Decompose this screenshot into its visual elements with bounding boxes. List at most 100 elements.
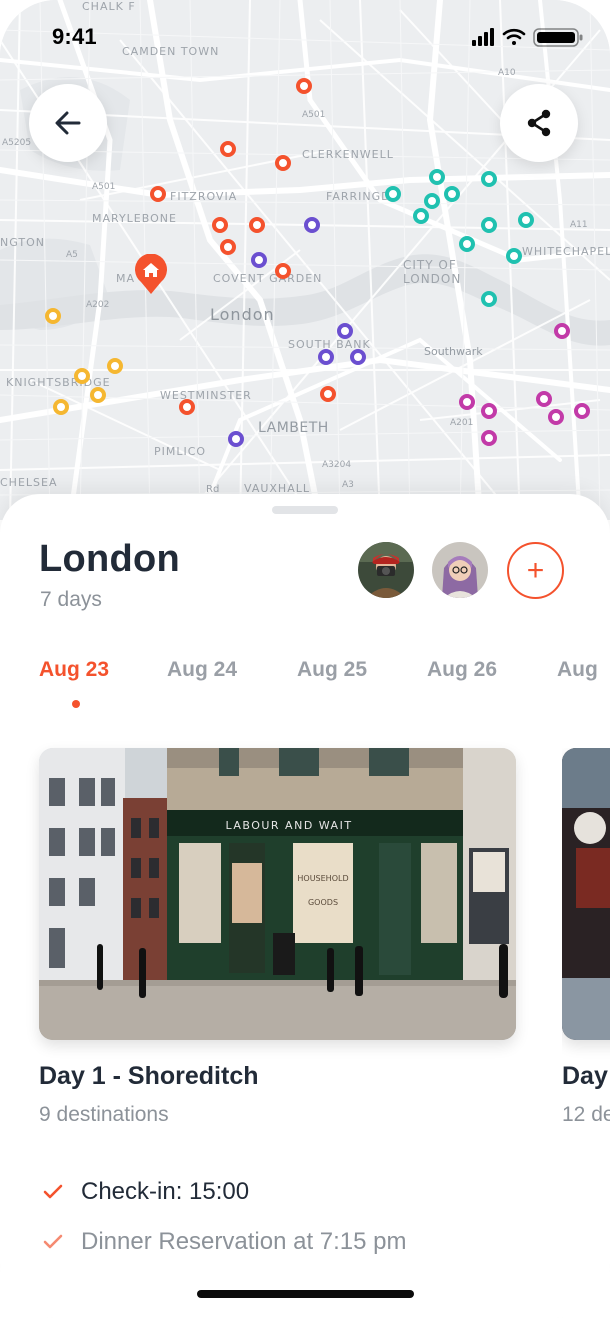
map-pin-yellow[interactable] (90, 387, 106, 403)
map-pin-orange[interactable] (212, 217, 228, 233)
sheet-grabber[interactable] (272, 506, 338, 514)
date-tab[interactable]: Aug 25 (297, 658, 367, 682)
map-label-a11: A11 (570, 220, 588, 230)
map-pin-teal[interactable] (444, 186, 460, 202)
map-pin-orange[interactable] (296, 78, 312, 94)
date-tab[interactable]: Aug 23 (39, 658, 109, 682)
list-item[interactable]: Dinner Reservation at 7:15 pm (39, 1217, 516, 1267)
map-label-a201: A201 (450, 418, 474, 428)
map-label-marylebone: MARYLEBONE (92, 212, 177, 225)
map-pin-purple[interactable] (350, 349, 366, 365)
status-time: 9:41 (52, 24, 97, 49)
map-label-a5205: A5205 (2, 138, 32, 148)
avatar-photo-2 (432, 542, 488, 598)
date-tab[interactable]: Aug 24 (167, 658, 237, 682)
wifi-icon (502, 28, 526, 45)
home-indicator[interactable] (197, 1290, 414, 1298)
map-pin-teal[interactable] (518, 212, 534, 228)
map-pin-teal[interactable] (481, 171, 497, 187)
map-pin-magenta[interactable] (554, 323, 570, 339)
day-card[interactable]: LABOUR AND WAIT HOUSEHOLD GOODS Day 1 - … (39, 748, 516, 1267)
map-pin-teal[interactable] (385, 186, 401, 202)
avatar[interactable] (358, 542, 414, 598)
arrow-left-icon (55, 111, 81, 135)
map-pin-orange[interactable] (275, 263, 291, 279)
map-label-city-london: LONDON (403, 272, 462, 286)
map-label-whitechapel: WHITECHAPEL (522, 245, 610, 258)
list-item[interactable]: Check-in: 15:00 (39, 1167, 516, 1217)
avatar-photo-1 (358, 542, 414, 598)
map-pin-teal[interactable] (481, 217, 497, 233)
back-button[interactable] (29, 84, 107, 162)
day-card[interactable]: Day 12 de (562, 748, 610, 1127)
day-card-items: Check-in: 15:00 Dinner Reservation at 7:… (39, 1167, 516, 1267)
map-pin-yellow[interactable] (107, 358, 123, 374)
map-label-lambeth: LAMBETH (258, 420, 329, 436)
item-label: Check-in: 15:00 (81, 1178, 250, 1205)
trip-sheet: London 7 days + Aug 23 Aug 24 Aug 25 Aug… (0, 494, 610, 1318)
avatar[interactable] (432, 542, 488, 598)
map-pin-orange[interactable] (249, 217, 265, 233)
map-pin-teal[interactable] (506, 248, 522, 264)
map-pin-yellow[interactable] (74, 368, 90, 384)
home-icon[interactable] (134, 254, 168, 294)
map-pin-orange[interactable] (220, 239, 236, 255)
map-pin-magenta[interactable] (459, 394, 475, 410)
map-pin-yellow[interactable] (45, 308, 61, 324)
map-pin-magenta[interactable] (481, 403, 497, 419)
day-card-photo[interactable] (562, 748, 610, 1040)
date-tab[interactable]: Aug 26 (427, 658, 497, 682)
map-label-a202: A202 (86, 300, 110, 310)
map-label-clerkenwell: CLERKENWELL (302, 148, 394, 161)
map-label-a10: A10 (498, 68, 516, 78)
map-pin-purple[interactable] (251, 252, 267, 268)
add-traveler-button[interactable]: + (507, 542, 564, 599)
map-pin-orange[interactable] (275, 155, 291, 171)
map-pin-magenta[interactable] (574, 403, 590, 419)
map-label-southwark: Southwark (424, 345, 483, 358)
date-tab[interactable]: Aug (557, 658, 598, 682)
map-pin-teal[interactable] (459, 236, 475, 252)
phone-screen: CHALK F CAMDEN TOWN CLERKENWELL FITZROVI… (0, 0, 610, 1318)
day-card-photo[interactable]: LABOUR AND WAIT HOUSEHOLD GOODS (39, 748, 516, 1040)
map-view[interactable]: CHALK F CAMDEN TOWN CLERKENWELL FITZROVI… (0, 0, 610, 520)
map-label-ngton: NGTON (0, 236, 45, 249)
window-text: GOODS (308, 898, 338, 907)
map-label-a5: A5 (66, 250, 78, 260)
map-pin-magenta[interactable] (481, 430, 497, 446)
check-icon (43, 1184, 63, 1199)
map-pin-teal[interactable] (429, 169, 445, 185)
map-pin-teal[interactable] (481, 291, 497, 307)
cellular-signal-icon (472, 28, 494, 46)
map-label-westminster: WESTMINSTER (160, 389, 252, 402)
map-pin-purple[interactable] (318, 349, 334, 365)
trip-title: London (39, 538, 181, 580)
map-pin-yellow[interactable] (53, 399, 69, 415)
map-label-pimlico: PIMLICO (154, 445, 207, 458)
share-button[interactable] (500, 84, 578, 162)
map-label-mayfair: MA (116, 272, 136, 285)
map-pin-orange[interactable] (220, 141, 236, 157)
map-label-a3: A3 (342, 480, 354, 490)
active-date-indicator (72, 700, 80, 708)
map-pin-orange[interactable] (320, 386, 336, 402)
shop-sign: LABOUR AND WAIT (225, 819, 352, 832)
map-pin-orange[interactable] (179, 399, 195, 415)
street-photo (562, 748, 610, 1040)
map-label-farringdon: FARRINGD (326, 190, 391, 203)
map-pin-teal[interactable] (413, 208, 429, 224)
map-pin-purple[interactable] (304, 217, 320, 233)
map-pin-orange[interactable] (150, 186, 166, 202)
map-label-city-of: CITY OF (403, 258, 457, 272)
map-pin-purple[interactable] (228, 431, 244, 447)
status-icons (472, 28, 583, 47)
map-pin-purple[interactable] (337, 323, 353, 339)
window-text: HOUSEHOLD (297, 874, 348, 883)
map-pin-teal[interactable] (424, 193, 440, 209)
map-pin-magenta[interactable] (536, 391, 552, 407)
map-label-a501: A501 (302, 110, 326, 120)
map-label-fitzrovia: FITZROVIA (170, 190, 238, 203)
trip-duration: 7 days (40, 588, 102, 611)
map-pin-magenta[interactable] (548, 409, 564, 425)
day-card-subtitle: 9 destinations (39, 1103, 169, 1126)
